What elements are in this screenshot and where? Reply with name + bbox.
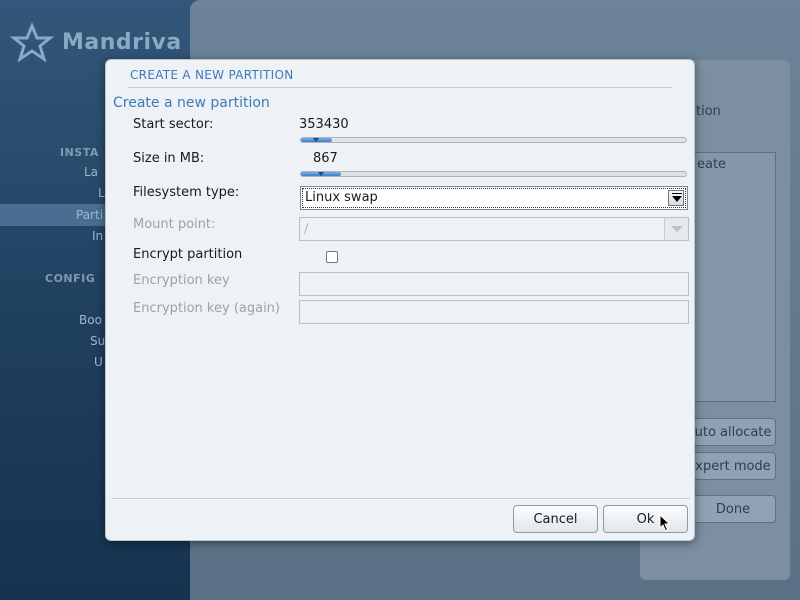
start-sector-slider[interactable]: [300, 137, 687, 143]
logo-text: Mandriva: [62, 29, 182, 55]
slider-handle[interactable]: [313, 138, 320, 142]
ok-button[interactable]: Ok: [603, 505, 688, 533]
size-mb-value: 867: [313, 151, 338, 166]
bg-list: [690, 152, 776, 402]
slider-handle[interactable]: [318, 172, 325, 176]
nav-heading-config: CONFIG: [45, 272, 96, 285]
create-partition-dialog: CREATE A NEW PARTITION Create a new part…: [105, 59, 695, 541]
size-mb-slider[interactable]: [300, 171, 687, 177]
auto-allocate-button[interactable]: uto allocate: [690, 418, 776, 446]
cancel-button[interactable]: Cancel: [513, 505, 598, 533]
filesystem-type-value: Linux swap: [305, 190, 378, 205]
title-divider: [128, 87, 672, 88]
encryption-key-field[interactable]: [299, 272, 689, 296]
nav-heading-install: INSTA: [60, 146, 99, 159]
dialog-heading: Create a new partition: [113, 95, 270, 111]
dialog-title: CREATE A NEW PARTITION: [130, 68, 294, 82]
bg-label: tion: [696, 104, 721, 119]
encryption-key-again-field[interactable]: [299, 300, 689, 324]
encrypt-partition-label: Encrypt partition: [133, 247, 243, 262]
filesystem-type-label: Filesystem type:: [133, 185, 240, 200]
chevron-down-icon[interactable]: [668, 190, 684, 206]
encryption-key-again-label: Encryption key (again): [133, 301, 280, 316]
mount-point-combo[interactable]: /: [299, 217, 689, 241]
expert-mode-button[interactable]: xpert mode: [690, 452, 776, 480]
encrypt-partition-checkbox[interactable]: [326, 251, 338, 263]
start-sector-value: 353430: [299, 117, 349, 132]
start-sector-label: Start sector:: [133, 117, 214, 132]
mount-point-label: Mount point:: [133, 217, 216, 232]
size-mb-label: Size in MB:: [133, 151, 205, 166]
done-button[interactable]: Done: [690, 495, 776, 523]
footer-divider: [112, 498, 690, 499]
mouse-cursor-icon: [659, 514, 671, 532]
mandriva-logo: Mandriva: [10, 22, 182, 62]
filesystem-type-select[interactable]: Linux swap: [300, 186, 688, 210]
mount-point-value: /: [304, 222, 309, 237]
chevron-down-icon[interactable]: [664, 218, 688, 240]
encryption-key-label: Encryption key: [133, 273, 230, 288]
bg-label: eate: [697, 157, 727, 172]
star-logo-icon: [10, 22, 55, 62]
